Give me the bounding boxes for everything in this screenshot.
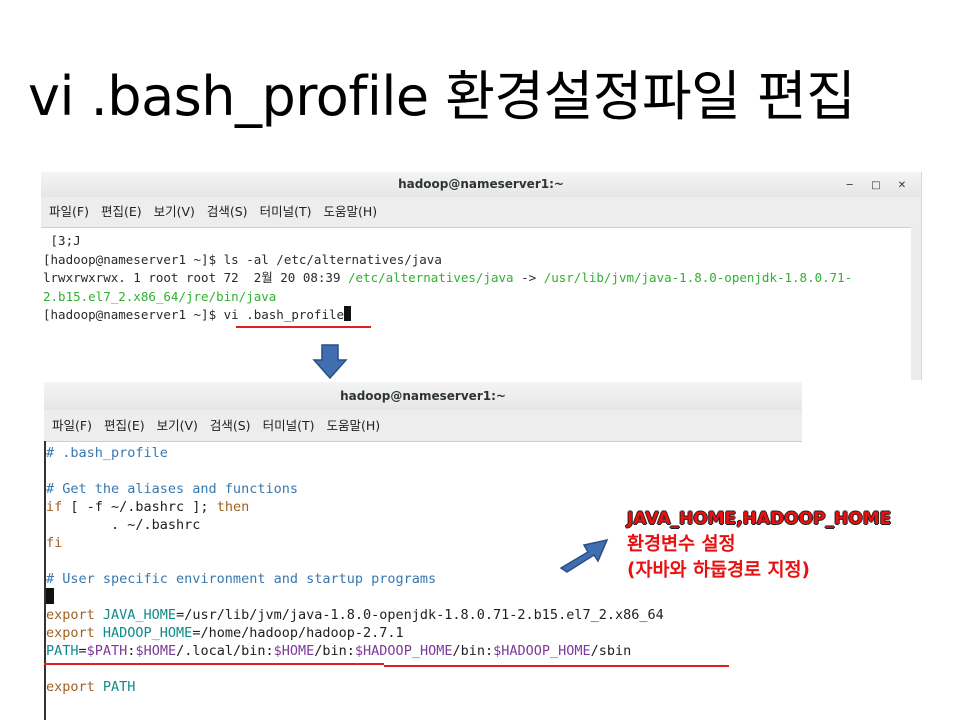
variable-value: =/home/hadoop/hadoop-2.7.1 — [192, 625, 404, 641]
terminal-line: [hadoop@nameserver1 ~]$ vi .bash_profile — [43, 306, 921, 325]
editor-line: # .bash_profile — [46, 445, 168, 461]
keyword: export — [46, 625, 95, 641]
menu-edit[interactable]: 편집(E) — [104, 410, 145, 441]
menu-terminal[interactable]: 터미널(T) — [260, 197, 312, 227]
menu-view[interactable]: 보기(V) — [154, 197, 195, 227]
vi-command: [hadoop@nameserver1 ~]$ vi .bash_profile — [43, 307, 345, 322]
editor-line: PATH=$PATH:$HOME/.local/bin:$HOME/bin:$H… — [44, 642, 802, 660]
terminal-line: [hadoop@nameserver1 ~]$ ls -al /etc/alte… — [43, 251, 442, 267]
code-text: = — [78, 643, 87, 659]
window-1-menubar: 파일(F) 편집(E) 보기(V) 검색(S) 터미널(T) 도움말(H) — [41, 197, 921, 228]
annotation-line: JAVA_HOME,HADOOP_HOME — [627, 509, 892, 529]
variable-name: JAVA_HOME — [94, 607, 177, 623]
menu-file[interactable]: 파일(F) — [49, 197, 89, 227]
down-arrow-icon — [312, 344, 348, 380]
target-path: /usr/lib/jvm/java-1.8.0-openjdk-1.8.0.71… — [543, 270, 853, 285]
variable-value: =/usr/lib/jvm/java-1.8.0-openjdk-1.8.0.7… — [176, 607, 664, 623]
highlight-underline — [384, 665, 729, 667]
window-1-title: hadoop@nameserver1:~ — [398, 177, 564, 191]
editor-line: export JAVA_HOME=/usr/lib/jvm/java-1.8.0… — [44, 606, 802, 624]
terminal-line: lrwxrwxrwx. 1 root root 72 2월 20 08:39 /… — [43, 269, 921, 288]
variable-ref: $HADOOP_HOME — [354, 643, 453, 659]
maximize-icon[interactable]: □ — [865, 173, 887, 198]
keyword: if — [46, 499, 63, 515]
slide-title: vi .bash_profile 환경설정파일 편집 — [28, 65, 856, 128]
scrollbar[interactable] — [911, 227, 921, 380]
code-text: /.local/bin — [176, 643, 266, 659]
variable-ref: $HOME — [273, 643, 315, 659]
minimize-icon[interactable]: ─ — [839, 173, 861, 198]
variable-ref: $PATH — [86, 643, 128, 659]
highlight-underline — [44, 663, 384, 665]
terminal-output[interactable]: [3;J [hadoop@nameserver1 ~]$ ls -al /etc… — [41, 228, 921, 325]
variable-name: HADOOP_HOME — [94, 625, 193, 641]
editor-line: export PATH — [44, 678, 802, 696]
code-text: /bin — [314, 643, 347, 659]
ls-output-perms: lrwxrwxrwx. 1 root root 72 2월 20 08:39 — [43, 270, 348, 285]
annotation-note: JAVA_HOME,HADOOP_HOME 환경변수 설정 (자바와 하둡경로 … — [627, 506, 891, 584]
editor-line: export HADOOP_HOME=/home/hadoop/hadoop-2… — [44, 624, 802, 642]
editor-line — [44, 588, 802, 606]
window-2-titlebar[interactable]: hadoop@nameserver1:~ — [44, 382, 802, 410]
highlight-underline — [236, 326, 371, 328]
menu-edit[interactable]: 편집(E) — [101, 197, 142, 227]
text-cursor — [344, 306, 352, 321]
editor-margin — [44, 441, 46, 720]
symlink-path: /etc/alternatives/java — [348, 270, 514, 285]
keyword: export — [46, 607, 95, 623]
window-2-menubar: 파일(F) 편집(E) 보기(V) 검색(S) 터미널(T) 도움말(H) — [44, 410, 802, 442]
menu-help[interactable]: 도움말(H) — [323, 197, 377, 227]
menu-view[interactable]: 보기(V) — [157, 410, 198, 441]
code-text: : — [484, 643, 494, 659]
annotation-line: 환경변수 설정 — [627, 534, 736, 555]
menu-search[interactable]: 검색(S) — [210, 410, 251, 441]
code-text: /sbin — [590, 643, 632, 659]
terminal-line: 2.b15.el7_2.x86_64/jre/bin/java — [43, 288, 277, 304]
terminal-window-1: hadoop@nameserver1:~ ─ □ ✕ 파일(F) 편집(E) 보… — [41, 172, 922, 380]
window-2-title: hadoop@nameserver1:~ — [340, 389, 506, 403]
menu-terminal[interactable]: 터미널(T) — [263, 410, 315, 441]
menu-search[interactable]: 검색(S) — [207, 197, 248, 227]
symlink-arrow: -> — [513, 270, 544, 285]
menu-file[interactable]: 파일(F) — [52, 410, 92, 441]
variable-name: PATH — [46, 643, 79, 659]
right-arrow-icon — [559, 538, 609, 573]
close-icon[interactable]: ✕ — [891, 173, 913, 198]
terminal-line: [3;J — [43, 233, 81, 248]
variable-ref: $HADOOP_HOME — [493, 643, 591, 659]
code-text: : — [265, 643, 274, 659]
annotation-line: (자바와 하둡경로 지정) — [627, 560, 810, 581]
code-text: /bin — [452, 643, 485, 659]
window-1-titlebar[interactable]: hadoop@nameserver1:~ ─ □ ✕ — [41, 172, 921, 197]
code-text: [ -f ~/.bashrc ]; — [62, 499, 217, 515]
text-cursor — [46, 588, 54, 604]
code-text: : — [346, 643, 355, 659]
variable-ref: $HOME — [135, 643, 177, 659]
variable-name: PATH — [94, 679, 136, 695]
keyword: export — [46, 679, 95, 695]
menu-help[interactable]: 도움말(H) — [326, 410, 380, 441]
keyword: then — [216, 499, 250, 515]
editor-line: # Get the aliases and functions — [46, 481, 298, 497]
